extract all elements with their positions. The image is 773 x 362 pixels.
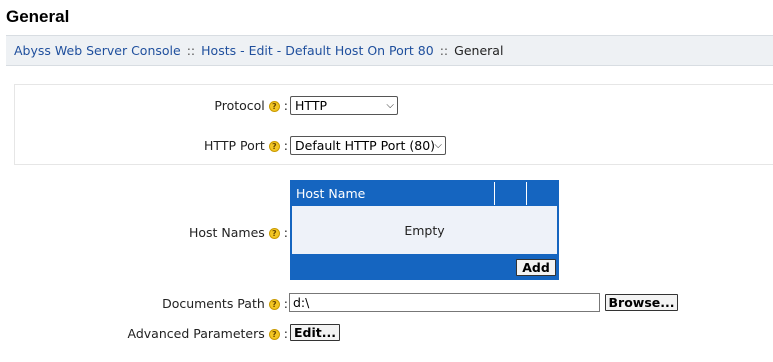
chevron-down-icon: ⌵ <box>386 100 394 111</box>
host-names-label: Host Names <box>188 225 265 240</box>
breadcrumb: Abyss Web Server Console :: Hosts - Edit… <box>6 35 773 66</box>
breadcrumb-link-host-edit[interactable]: Hosts - Edit - Default Host On Port 80 <box>201 43 434 58</box>
protocol-select-value: HTTP <box>295 98 327 113</box>
http-port-label-row: HTTP Port?: <box>150 138 288 153</box>
help-icon[interactable]: ? <box>268 141 280 152</box>
host-names-empty-state: Empty <box>292 206 557 254</box>
documents-path-label: Documents Path <box>162 296 265 311</box>
colon: : <box>283 98 288 113</box>
breadcrumb-current: General <box>454 43 504 58</box>
protocol-label-row: Protocol?: <box>150 98 288 113</box>
help-icon[interactable]: ? <box>268 228 280 239</box>
empty-text: Empty <box>404 222 445 238</box>
column-header-blank <box>527 182 557 205</box>
protocol-label: Protocol <box>214 98 265 113</box>
colon: : <box>283 296 288 311</box>
protocol-select[interactable]: HTTP ⌵ <box>290 96 398 115</box>
add-host-name-button[interactable]: Add <box>516 259 556 276</box>
column-header-blank <box>495 182 527 205</box>
browse-button[interactable]: Browse... <box>605 294 678 311</box>
host-names-table-footer: Add <box>292 255 557 279</box>
host-names-table-header: Host Name <box>292 182 557 205</box>
documents-path-label-row: Documents Path?: <box>120 296 288 311</box>
breadcrumb-separator: :: <box>439 43 449 58</box>
host-names-label-row: Host Names?: <box>150 225 288 240</box>
breadcrumb-separator: :: <box>186 43 196 58</box>
column-header-host-name[interactable]: Host Name <box>292 182 495 205</box>
help-icon[interactable]: ? <box>268 299 280 310</box>
host-names-table: Host Name Empty Add <box>290 180 559 280</box>
colon: : <box>283 225 288 240</box>
advanced-parameters-edit-button[interactable]: Edit... <box>290 324 340 341</box>
advanced-parameters-label-row: Advanced Parameters?: <box>100 326 288 341</box>
breadcrumb-link-console[interactable]: Abyss Web Server Console <box>14 43 181 58</box>
documents-path-input[interactable]: d:\ <box>289 293 600 312</box>
help-icon[interactable]: ? <box>268 101 280 112</box>
http-port-select-value: Default HTTP Port (80) <box>295 138 436 153</box>
advanced-parameters-label: Advanced Parameters <box>127 326 265 341</box>
http-port-select[interactable]: Default HTTP Port (80) ⌵ <box>290 136 446 155</box>
help-icon[interactable]: ? <box>268 329 280 340</box>
colon: : <box>283 326 288 341</box>
http-port-label: HTTP Port <box>204 138 265 153</box>
colon: : <box>283 138 288 153</box>
chevron-down-icon: ⌵ <box>434 140 442 151</box>
page-title: General <box>6 7 70 26</box>
